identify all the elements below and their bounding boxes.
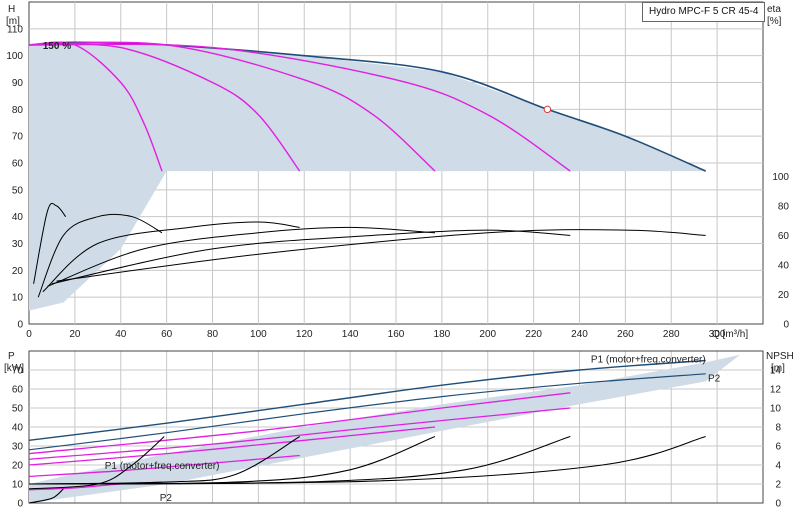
y-tick-label-power: 40 xyxy=(12,423,24,434)
x-tick-label: 80 xyxy=(207,329,219,340)
eta-tick-label: 40 xyxy=(778,260,790,271)
npsh-tick-label: 4 xyxy=(775,461,781,472)
x-tick-label: 220 xyxy=(525,329,542,340)
eta-tick-label: 20 xyxy=(778,290,790,301)
power-series xyxy=(28,354,741,504)
x-tick-label: 280 xyxy=(663,329,680,340)
npsh-tick-label: 2 xyxy=(775,480,781,491)
npsh-tick-label: 0 xyxy=(775,499,781,510)
x-tick-label: 160 xyxy=(388,329,405,340)
speed-label: 150 % xyxy=(43,41,71,52)
head-axis-title-symbol: H xyxy=(8,4,15,15)
eta-tick-label: 80 xyxy=(778,201,790,212)
x-axis-title: Q [m³/h] xyxy=(712,329,748,340)
head-axis-title-unit: [m] xyxy=(6,16,20,27)
y-tick-label-head: 70 xyxy=(12,132,24,143)
eta-tick-label: 100 xyxy=(772,172,789,183)
y-tick-label-head: 10 xyxy=(12,293,24,304)
x-tick-label: 20 xyxy=(69,329,81,340)
npsh-axis-title-unit: [m] xyxy=(771,363,785,374)
y-tick-label-power: 10 xyxy=(12,480,24,491)
y-tick-label-power: 30 xyxy=(12,442,24,453)
power-annotation-3: P1 (motor+freq.converter) xyxy=(105,461,220,472)
x-tick-label: 260 xyxy=(617,329,634,340)
y-tick-label-power: 20 xyxy=(12,461,24,472)
pump-curve-chart: 0 20 40 60 80 100 120 140 160 180 200 220 240 260 280 3… xyxy=(4,1,794,510)
x-tick-label: 240 xyxy=(571,329,588,340)
x-tick-label: 100 xyxy=(250,329,267,340)
y-tick-label-head: 90 xyxy=(12,78,24,89)
npsh-tick-label: 12 xyxy=(770,385,782,396)
power-axis-title-unit: [kW] xyxy=(4,363,24,374)
x-tick-label: 140 xyxy=(342,329,359,340)
eta-tick-label: 0 xyxy=(783,320,789,331)
eta-tick-label: 60 xyxy=(778,231,790,242)
x-tick-label: 180 xyxy=(434,329,451,340)
power-axis-title-symbol: P xyxy=(8,351,15,362)
duty-point xyxy=(543,105,552,114)
y-tick-label-head: 0 xyxy=(17,320,23,331)
efficiency-curve-6 xyxy=(56,229,706,282)
power-annotation-4: P2 xyxy=(160,493,173,504)
x-tick-label: 60 xyxy=(161,329,173,340)
chart-legend: Hydro MPC-F 5 CR 45-4 xyxy=(642,2,766,22)
x-tick-label: 120 xyxy=(296,329,313,340)
y-tick-label-power: 60 xyxy=(12,385,24,396)
eta-axis-title-symbol: eta xyxy=(767,4,781,15)
y-tick-label-head: 40 xyxy=(12,212,24,223)
y-tick-label-head: 100 xyxy=(6,51,23,62)
x-tick-label: 40 xyxy=(115,329,127,340)
y-tick-label-power: 50 xyxy=(12,404,24,415)
y-tick-label-head: 60 xyxy=(12,159,24,170)
power-annotation-1: P1 (motor+freq.converter) xyxy=(591,354,706,365)
y-tick-label-power: 0 xyxy=(17,499,23,510)
y-tick-label-head: 80 xyxy=(12,105,24,116)
x-tick-label: 0 xyxy=(26,329,32,340)
power-annotation-2: P2 xyxy=(708,373,721,384)
eta-axis-title-unit: [%] xyxy=(767,16,782,27)
y-tick-label-head: 50 xyxy=(12,185,24,196)
y-tick-label-head: 30 xyxy=(12,239,24,250)
x-tick-label: 200 xyxy=(479,329,496,340)
npsh-tick-label: 10 xyxy=(770,404,782,415)
npsh-tick-label: 8 xyxy=(775,423,781,434)
npsh-tick-label: 6 xyxy=(775,442,781,453)
npsh-axis-title-symbol: NPSH xyxy=(766,351,794,362)
efficiency-curve-5 xyxy=(51,229,571,285)
y-tick-label-head: 20 xyxy=(12,266,24,277)
